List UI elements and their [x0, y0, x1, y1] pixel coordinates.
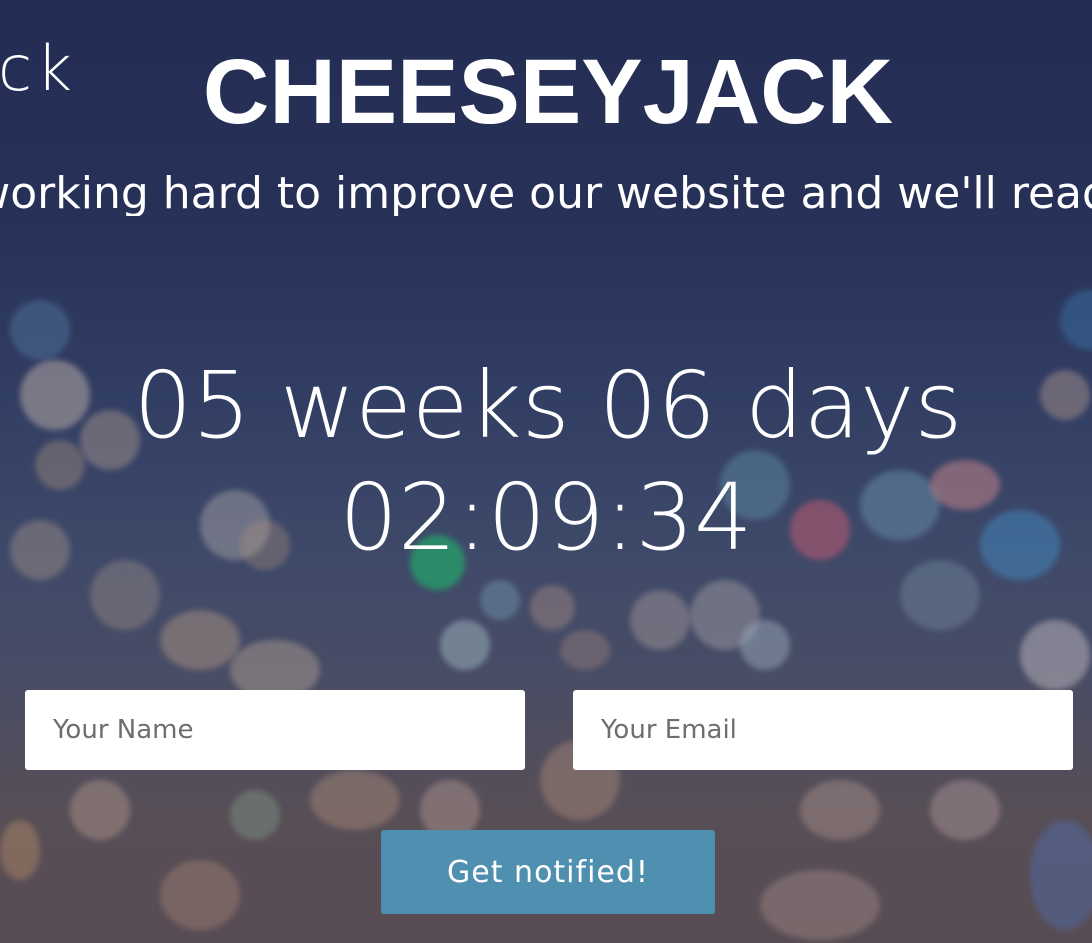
- email-input[interactable]: [573, 690, 1073, 770]
- countdown-weeks-days: 05 weeks 06 days: [133, 352, 963, 459]
- get-notified-button[interactable]: Get notified!: [381, 830, 715, 914]
- countdown-clock: 02:09:34: [339, 464, 753, 571]
- countdown-timer: 05 weeks 06 days 02:09:34: [0, 350, 1092, 574]
- name-input[interactable]: [25, 690, 525, 770]
- page-title: CHEESEYJACK: [0, 46, 1092, 138]
- tagline: We're working hard to improve our websit…: [0, 172, 1092, 216]
- title-text: CHEESEYJACK: [202, 41, 894, 143]
- tagline-text: We're working hard to improve our websit…: [0, 172, 1092, 216]
